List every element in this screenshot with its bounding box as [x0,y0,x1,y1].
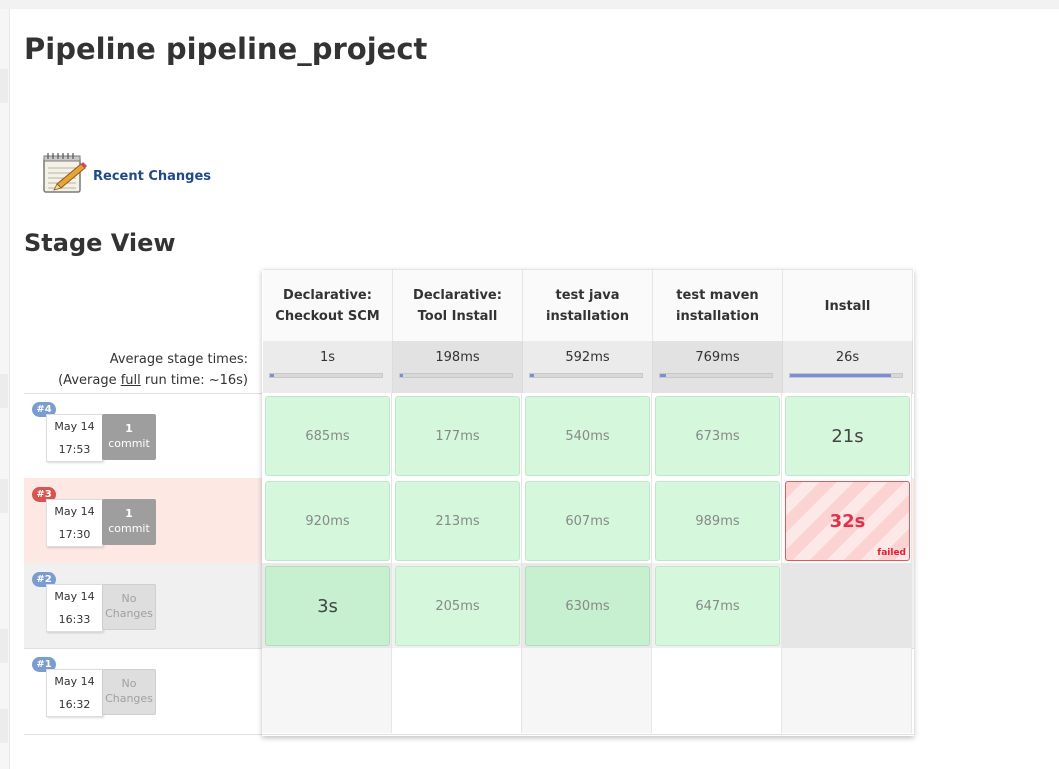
stage-cell[interactable]: 630ms [525,566,650,646]
build-date-time: 16:33 [58,613,91,626]
side-panel-item[interactable] [0,69,8,103]
avg-bar-fill [400,374,404,377]
stage-header-checkout-scm: Declarative: Checkout SCM [263,269,393,342]
stage-header-line: test java [555,288,620,303]
commit-count: 1 [125,507,133,520]
avg-cell: 1s [263,341,393,393]
cell-bg [782,648,912,733]
failed-label: failed [877,548,906,558]
avg-time: 592ms [565,350,610,365]
avg-cell: 769ms [653,341,783,393]
stage-header-test-java: test java installation [523,269,653,342]
build-date-time: 17:53 [58,443,91,456]
commit-label: Changes [105,692,153,705]
stage-cell[interactable]: 989ms [655,481,780,561]
side-panel-item[interactable] [0,709,8,743]
avg-bar [529,373,643,378]
stage-cell-failed[interactable]: 32s failed [785,481,910,561]
page-title: Pipeline pipeline_project [24,32,428,66]
avg-cell: 592ms [523,341,653,393]
avg-bar-fill [660,374,666,377]
avg-time: 769ms [695,350,740,365]
stage-header-line: Declarative: [413,288,502,303]
recent-changes-link[interactable]: Recent Changes [93,169,211,184]
average-stage-times-label: Average stage times: (Average full run t… [24,349,248,391]
commits-badge[interactable]: No Changes [102,669,156,715]
stage-cell[interactable]: 685ms [265,396,390,476]
build-date-time: 16:32 [58,698,91,711]
cell-bg [652,648,782,733]
top-bar [0,0,1059,9]
avg-cell: 198ms [393,341,523,393]
commit-count: 1 [125,422,133,435]
stage-header-install: Install [783,269,913,342]
stage-header-line: installation [546,309,629,324]
avg-bar-fill [270,374,275,377]
stage-cell-time: 32s [829,510,866,532]
commits-badge[interactable]: 1 commit [102,499,156,545]
commits-badge[interactable]: No Changes [102,584,156,630]
avg-time: 198ms [435,350,480,365]
build-date[interactable]: May 14 16:33 [46,584,103,632]
avg-label-prefix: (Average [58,373,121,388]
avg-cell: 26s [783,341,913,393]
build-date[interactable]: May 14 16:32 [46,669,103,717]
avg-bar [789,373,903,378]
stage-cell[interactable]: 607ms [525,481,650,561]
commits-badge[interactable]: 1 commit [102,414,156,460]
stage-header-test-maven: test maven installation [653,269,783,342]
build-date-day: May 14 [54,420,95,433]
avg-full-link[interactable]: full [121,373,141,388]
stage-header-line: test maven [676,288,759,303]
avg-time: 1s [319,350,336,365]
commit-count: No [121,592,137,605]
stage-cell[interactable]: 205ms [395,566,520,646]
cell-bg [392,648,522,733]
stage-header-line: Checkout SCM [275,309,380,324]
side-panel [0,9,10,769]
stage-header-line: installation [676,309,759,324]
build-date-day: May 14 [54,505,95,518]
cell-bg [782,563,912,648]
stage-header-line: Tool Install [417,309,498,324]
side-panel-item[interactable] [0,374,8,408]
cell-bg [262,648,392,733]
commit-count: No [121,677,137,690]
stage-cell[interactable]: 21s [785,396,910,476]
commit-label: commit [108,437,150,450]
build-date-day: May 14 [54,675,95,688]
side-panel-item[interactable] [0,479,8,513]
commit-label: Changes [105,607,153,620]
stage-cell[interactable]: 213ms [395,481,520,561]
stage-view-title: Stage View [24,229,176,257]
build-date-time: 17:30 [58,528,91,541]
commit-label: commit [108,522,150,535]
stage-cell[interactable]: 920ms [265,481,390,561]
build-date[interactable]: May 14 17:53 [46,414,103,462]
notepad-icon [43,153,87,193]
stage-header-line: Declarative: [283,288,372,303]
stage-cell[interactable]: 177ms [395,396,520,476]
stage-header-line: Install [824,298,871,314]
stage-header-tool-install: Declarative: Tool Install [393,269,523,342]
stage-cell[interactable]: 647ms [655,566,780,646]
avg-label-line: Average stage times: [109,352,248,367]
avg-bar [269,373,383,378]
stage-cell[interactable]: 3s [265,566,390,646]
avg-bar-fill [530,374,535,377]
avg-bar-fill [790,374,891,377]
avg-bar [399,373,513,378]
stage-cell[interactable]: 540ms [525,396,650,476]
recent-changes[interactable]: Recent Changes [41,150,211,196]
avg-label-suffix: run time: ~16s) [140,373,248,388]
build-date[interactable]: May 14 17:30 [46,499,103,547]
stage-cell[interactable]: 673ms [655,396,780,476]
build-date-day: May 14 [54,590,95,603]
cell-bg [522,648,652,733]
avg-bar [659,373,773,378]
side-panel-item[interactable] [0,629,8,663]
avg-time: 26s [835,350,860,365]
